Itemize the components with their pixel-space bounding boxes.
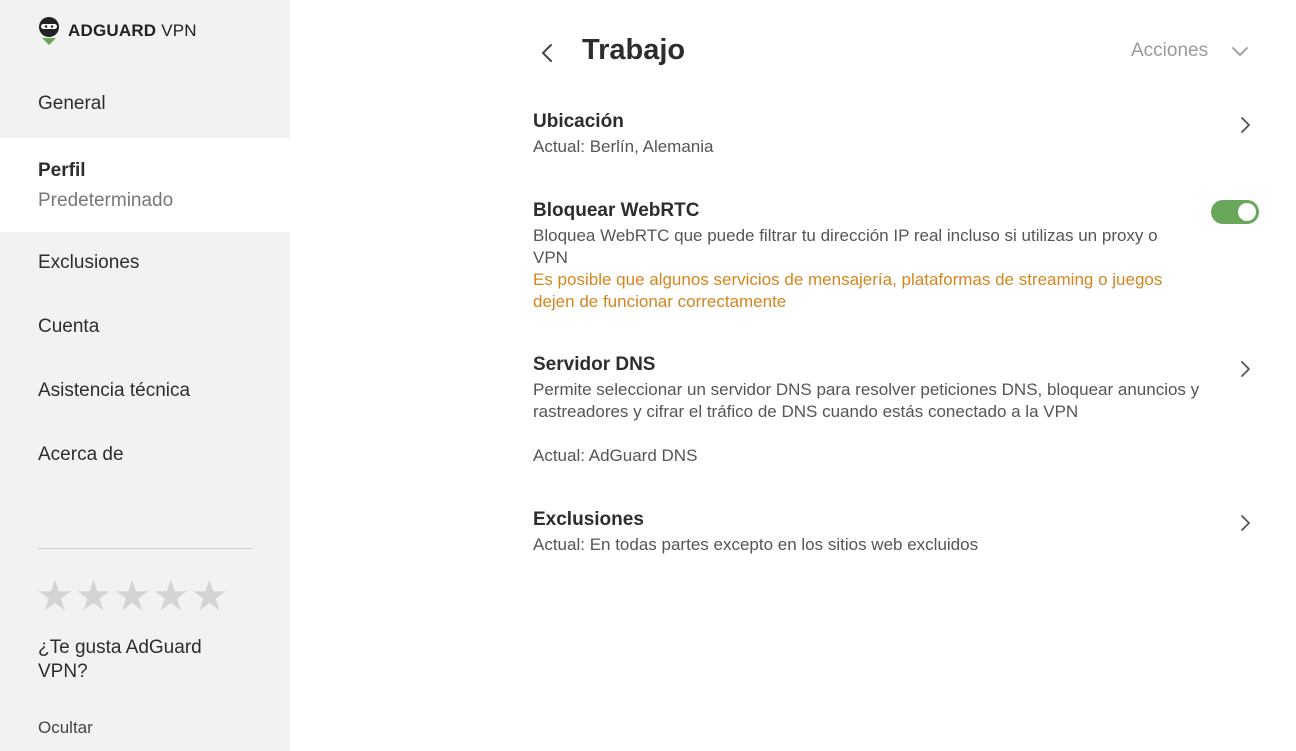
star-icon[interactable]: ★: [191, 574, 229, 618]
app-name: ADGUARD VPN: [68, 21, 197, 40]
star-icon[interactable]: ★: [36, 574, 74, 618]
chevron-right-icon[interactable]: [1238, 114, 1254, 136]
rating-stars: ★ ★ ★ ★ ★: [36, 574, 228, 618]
adguard-ninja-logo-icon: [39, 17, 59, 45]
sidebar: ADGUARD VPN General Perfil Predeterminad…: [0, 0, 290, 751]
exclusions-current: Actual: En todas partes excepto en los s…: [533, 535, 979, 554]
toggle-knob: [1238, 203, 1256, 221]
sidebar-item-account[interactable]: Cuenta: [0, 316, 290, 338]
hide-rating-link[interactable]: Ocultar: [38, 718, 93, 738]
exclusions-title: Exclusiones: [533, 509, 644, 530]
sidebar-item-label: Asistencia técnica: [38, 380, 191, 401]
app-logo[interactable]: ADGUARD VPN: [38, 16, 197, 46]
exclusions-setting[interactable]: Exclusiones Actual: En todas partes exce…: [533, 508, 1223, 556]
webrtc-title: Bloquear WebRTC: [533, 200, 700, 221]
sidebar-item-profile[interactable]: Perfil Predeterminado: [0, 138, 290, 232]
star-icon[interactable]: ★: [75, 574, 113, 618]
sidebar-item-general[interactable]: General: [0, 93, 290, 115]
sidebar-item-label: Perfil: [38, 160, 86, 181]
chevron-left-icon: [542, 44, 552, 62]
dns-setting[interactable]: Servidor DNS Permite seleccionar un serv…: [533, 353, 1213, 467]
back-button[interactable]: [536, 38, 560, 68]
star-icon[interactable]: ★: [113, 574, 151, 618]
dns-current: Actual: AdGuard DNS: [533, 446, 698, 465]
star-icon[interactable]: ★: [152, 574, 190, 618]
webrtc-description: Bloquea WebRTC que puede filtrar tu dire…: [533, 226, 1158, 267]
location-setting[interactable]: Ubicación Actual: Berlín, Alemania: [533, 110, 1223, 158]
chevron-right-icon[interactable]: [1238, 358, 1254, 380]
sidebar-item-label: Acerca de: [38, 444, 124, 465]
sidebar-item-subtitle: Predeterminado: [38, 190, 174, 211]
chevron-down-icon: [1232, 47, 1249, 56]
location-title: Ubicación: [533, 111, 624, 132]
dns-title: Servidor DNS: [533, 354, 656, 375]
sidebar-item-label: Exclusiones: [38, 252, 140, 273]
webrtc-toggle[interactable]: [1211, 200, 1259, 224]
page-title: Trabajo: [582, 34, 686, 66]
webrtc-warning: Es posible que algunos servicios de mens…: [533, 270, 1163, 311]
dns-description: Permite seleccionar un servidor DNS para…: [533, 380, 1200, 421]
chevron-right-icon[interactable]: [1238, 512, 1254, 534]
location-current: Actual: Berlín, Alemania: [533, 137, 714, 156]
sidebar-item-about[interactable]: Acerca de: [0, 444, 290, 466]
actions-dropdown[interactable]: Acciones: [1131, 40, 1250, 62]
rating-question: ¿Te gusta AdGuard VPN?: [38, 637, 202, 682]
webrtc-setting: Bloquear WebRTC Bloquea WebRTC que puede…: [533, 199, 1193, 313]
sidebar-item-label: Cuenta: [38, 316, 100, 337]
actions-label: Acciones: [1131, 40, 1209, 61]
sidebar-item-support[interactable]: Asistencia técnica: [0, 380, 290, 402]
sidebar-divider: [38, 548, 252, 549]
sidebar-item-exclusions[interactable]: Exclusiones: [0, 252, 290, 274]
sidebar-item-label: General: [38, 93, 106, 114]
